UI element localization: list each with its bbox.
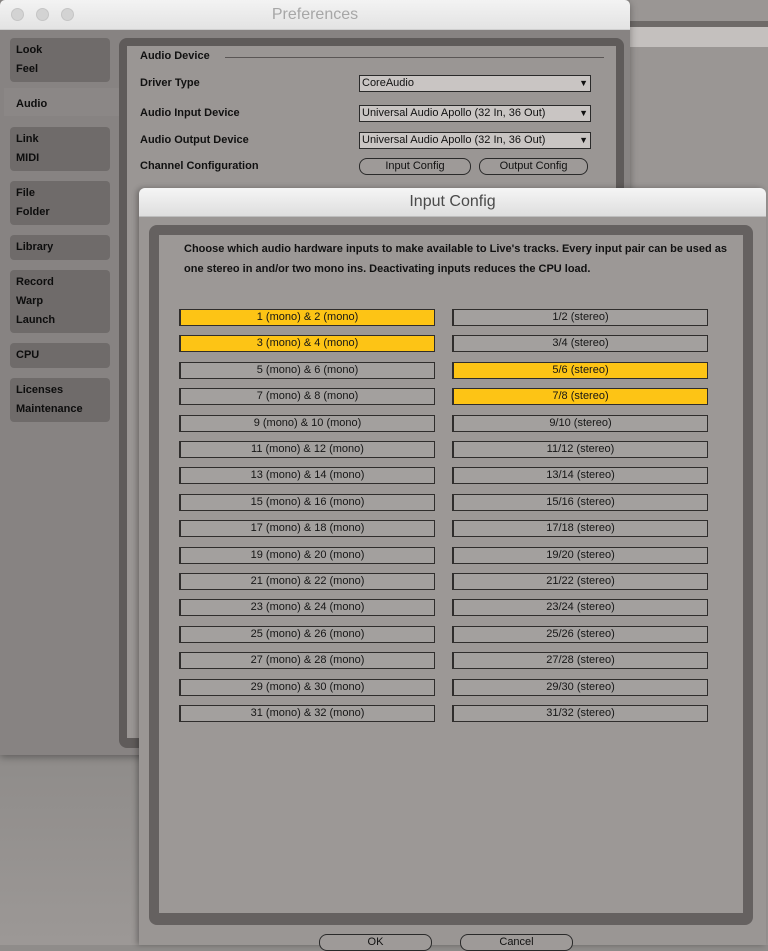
- cancel-button[interactable]: Cancel: [460, 934, 573, 951]
- mono-pair-toggle[interactable]: 5 (mono) & 6 (mono): [179, 362, 435, 379]
- audio-input-device-dropdown[interactable]: Universal Audio Apollo (32 In, 36 Out) ▼: [359, 105, 591, 122]
- mono-pair-toggle[interactable]: 15 (mono) & 16 (mono): [179, 494, 435, 511]
- background-desktop: [0, 755, 142, 945]
- mono-pair-toggle[interactable]: 19 (mono) & 20 (mono): [179, 547, 435, 564]
- stereo-pair-toggle[interactable]: 5/6 (stereo): [452, 362, 708, 379]
- dropdown-arrow-icon: ▼: [579, 135, 588, 145]
- sidebar-item-cpu[interactable]: CPU: [16, 346, 110, 365]
- mono-pair-toggle[interactable]: 29 (mono) & 30 (mono): [179, 679, 435, 696]
- sidebar-item-feel[interactable]: Feel: [16, 60, 110, 79]
- driver-type-value: CoreAudio: [362, 77, 414, 89]
- mono-pair-toggle[interactable]: 21 (mono) & 22 (mono): [179, 573, 435, 590]
- section-divider: [225, 57, 604, 58]
- dialog-frame: Choose which audio hardware inputs to ma…: [149, 225, 753, 951]
- dialog-description: Choose which audio hardware inputs to ma…: [184, 243, 728, 275]
- stereo-pair-toggle[interactable]: 17/18 (stereo): [452, 520, 708, 537]
- sidebar-item-record[interactable]: Record: [16, 273, 110, 292]
- sidebar-group[interactable]: Record Warp Launch: [10, 270, 110, 333]
- mono-pair-toggle[interactable]: 27 (mono) & 28 (mono): [179, 652, 435, 669]
- mono-pair-toggle[interactable]: 13 (mono) & 14 (mono): [179, 467, 435, 484]
- stereo-pair-toggle[interactable]: 25/26 (stereo): [452, 626, 708, 643]
- ok-button[interactable]: OK: [319, 934, 432, 951]
- stereo-pair-toggle[interactable]: 19/20 (stereo): [452, 547, 708, 564]
- mono-pair-toggle[interactable]: 3 (mono) & 4 (mono): [179, 335, 435, 352]
- background-window-toolbar: [630, 27, 768, 47]
- stereo-pair-toggle[interactable]: 13/14 (stereo): [452, 467, 708, 484]
- title-bar[interactable]: Preferences: [0, 0, 630, 30]
- sidebar-item-maintenance[interactable]: Maintenance: [16, 400, 110, 419]
- dropdown-arrow-icon: ▼: [579, 108, 588, 118]
- sidebar-group[interactable]: Link MIDI: [10, 127, 110, 171]
- channel-configuration-label: Channel Configuration: [140, 160, 259, 172]
- audio-output-device-label: Audio Output Device: [140, 134, 249, 146]
- dialog-content: Choose which audio hardware inputs to ma…: [159, 235, 743, 951]
- mono-pair-toggle[interactable]: 25 (mono) & 26 (mono): [179, 626, 435, 643]
- window-title: Preferences: [271, 6, 359, 23]
- audio-input-device-value: Universal Audio Apollo (32 In, 36 Out): [362, 107, 546, 119]
- sidebar-item-file[interactable]: File: [16, 184, 110, 203]
- mono-pair-toggle[interactable]: 31 (mono) & 32 (mono): [179, 705, 435, 722]
- mono-pair-toggle[interactable]: 11 (mono) & 12 (mono): [179, 441, 435, 458]
- driver-type-label: Driver Type: [140, 77, 200, 89]
- audio-output-device-value: Universal Audio Apollo (32 In, 36 Out): [362, 134, 546, 146]
- sidebar-item-link[interactable]: Link: [16, 130, 110, 149]
- sidebar-group[interactable]: Audio: [10, 92, 110, 117]
- dialog-title-bar[interactable]: Input Config: [139, 188, 766, 217]
- sidebar-group[interactable]: CPU: [10, 343, 110, 368]
- input-config-button[interactable]: Input Config: [359, 158, 471, 175]
- input-config-dialog: Input Config Choose which audio hardware…: [139, 188, 766, 951]
- stereo-pair-toggle[interactable]: 9/10 (stereo): [452, 415, 708, 432]
- stereo-pair-toggle[interactable]: 15/16 (stereo): [452, 494, 708, 511]
- sidebar-item-launch[interactable]: Launch: [16, 311, 110, 330]
- sidebar-item-midi[interactable]: MIDI: [16, 149, 110, 168]
- sidebar-item-library[interactable]: Library: [16, 238, 110, 257]
- section-title-audio-device: Audio Device: [140, 50, 210, 62]
- stereo-pair-toggle[interactable]: 3/4 (stereo): [452, 335, 708, 352]
- stereo-pair-toggle[interactable]: 31/32 (stereo): [452, 705, 708, 722]
- mono-pair-toggle[interactable]: 7 (mono) & 8 (mono): [179, 388, 435, 405]
- sidebar-item-folder[interactable]: Folder: [16, 203, 110, 222]
- dropdown-arrow-icon: ▼: [579, 78, 588, 88]
- stereo-pair-toggle[interactable]: 23/24 (stereo): [452, 599, 708, 616]
- output-config-button[interactable]: Output Config: [479, 158, 588, 175]
- stereo-pair-toggle[interactable]: 21/22 (stereo): [452, 573, 708, 590]
- dialog-title: Input Config: [409, 193, 496, 210]
- sidebar-item-look[interactable]: Look: [16, 41, 110, 60]
- sidebar-group[interactable]: Licenses Maintenance: [10, 378, 110, 422]
- preferences-sidebar: Look Feel Audio Link MIDI File Folder Library Re…: [10, 38, 110, 432]
- stereo-pair-toggle[interactable]: 11/12 (stereo): [452, 441, 708, 458]
- stereo-pair-toggle[interactable]: 1/2 (stereo): [452, 309, 708, 326]
- mono-pair-toggle[interactable]: 23 (mono) & 24 (mono): [179, 599, 435, 616]
- sidebar-item-licenses[interactable]: Licenses: [16, 381, 110, 400]
- sidebar-group[interactable]: File Folder: [10, 181, 110, 225]
- sidebar-group[interactable]: Library: [10, 235, 110, 260]
- stereo-pair-toggle[interactable]: 29/30 (stereo): [452, 679, 708, 696]
- mono-pair-toggle[interactable]: 9 (mono) & 10 (mono): [179, 415, 435, 432]
- sidebar-item-warp[interactable]: Warp: [16, 292, 110, 311]
- stereo-pair-toggle[interactable]: 27/28 (stereo): [452, 652, 708, 669]
- audio-input-device-label: Audio Input Device: [140, 107, 240, 119]
- sidebar-group[interactable]: Look Feel: [10, 38, 110, 82]
- mono-pair-toggle[interactable]: 1 (mono) & 2 (mono): [179, 309, 435, 326]
- mono-pair-toggle[interactable]: 17 (mono) & 18 (mono): [179, 520, 435, 537]
- audio-output-device-dropdown[interactable]: Universal Audio Apollo (32 In, 36 Out) ▼: [359, 132, 591, 149]
- stereo-pair-toggle[interactable]: 7/8 (stereo): [452, 388, 708, 405]
- sidebar-item-audio[interactable]: Audio: [16, 95, 110, 114]
- driver-type-dropdown[interactable]: CoreAudio ▼: [359, 75, 591, 92]
